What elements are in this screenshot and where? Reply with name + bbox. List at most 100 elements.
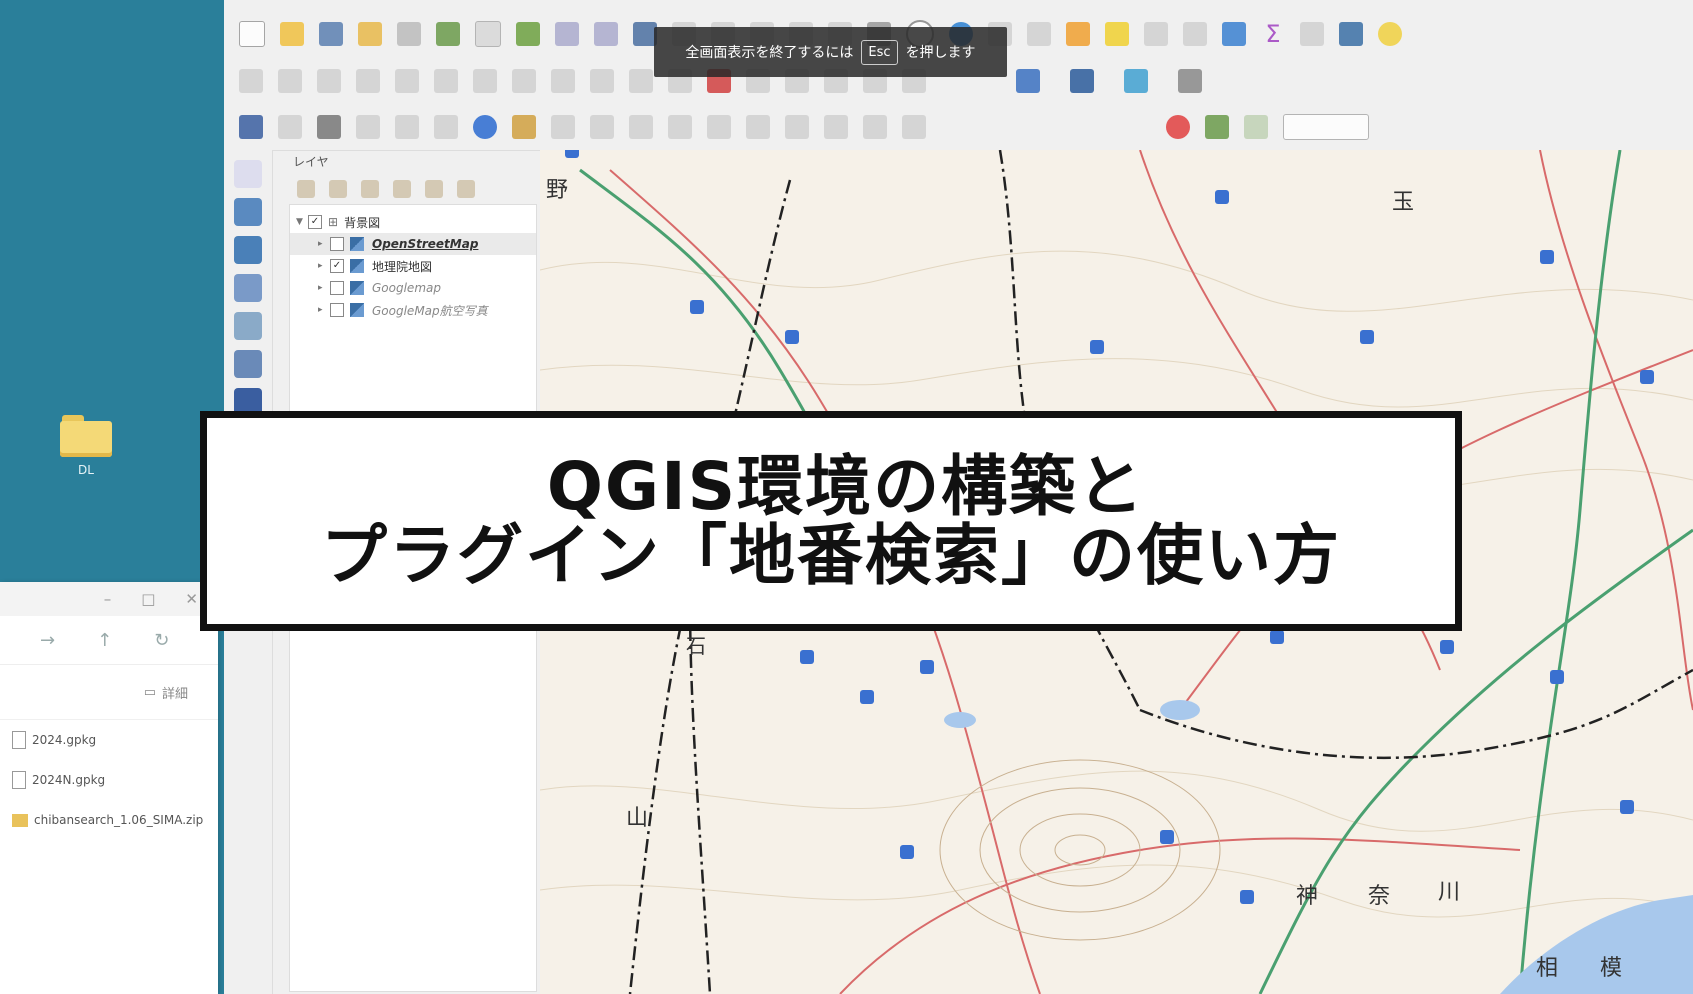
manage-map-themes-icon[interactable] (361, 180, 379, 198)
desktop-folder-dl[interactable]: DL (56, 415, 116, 477)
select-location-icon[interactable] (1105, 22, 1129, 46)
show-layout-icon[interactable] (1339, 22, 1363, 46)
vertex-tool-icon[interactable] (395, 69, 419, 93)
settings-gear-icon[interactable] (1222, 22, 1246, 46)
chiban-search-plugin-icon[interactable] (1178, 69, 1202, 93)
pan-to-selection-icon[interactable] (516, 22, 540, 46)
add-vector-icon[interactable] (234, 160, 262, 188)
up-arrow-icon[interactable]: ↑ (97, 630, 112, 651)
expand-arrow-icon[interactable]: ▸ (318, 239, 330, 249)
toggle-edit-icon[interactable] (278, 69, 302, 93)
filter-icon[interactable] (393, 180, 411, 198)
select-by-expression-icon[interactable] (1066, 22, 1090, 46)
snapping-tolerance-input[interactable] (1283, 114, 1369, 140)
file-name: 2024N.gpkg (32, 773, 106, 787)
reverse-line-icon[interactable] (863, 115, 887, 139)
zoom-in-icon[interactable] (555, 22, 579, 46)
plugin-person-icon[interactable] (1124, 69, 1148, 93)
expand-arrow-icon[interactable]: ▸ (318, 261, 330, 271)
cut-features-icon[interactable] (512, 69, 536, 93)
delete-ring-icon[interactable] (395, 115, 419, 139)
layer-checkbox[interactable] (330, 281, 344, 295)
print-layout-icon[interactable] (397, 22, 421, 46)
rotate-point-icon[interactable] (785, 115, 809, 139)
layer-checkbox[interactable] (330, 303, 344, 317)
save-as-icon[interactable] (358, 22, 382, 46)
add-mesh-icon[interactable] (234, 236, 262, 264)
fill-ring-icon[interactable] (356, 115, 380, 139)
add-spatialite-icon[interactable] (234, 350, 262, 378)
layer-checkbox[interactable] (330, 237, 344, 251)
wand-icon[interactable] (512, 115, 536, 139)
style-manager-icon[interactable] (436, 22, 460, 46)
layer-checkbox[interactable]: ✓ (330, 259, 344, 273)
deselect-icon[interactable] (1027, 22, 1051, 46)
undo-icon[interactable] (629, 69, 653, 93)
tips-icon[interactable] (1378, 22, 1402, 46)
details-button[interactable]: 詳細 (162, 683, 188, 702)
add-delimited-text-icon[interactable] (234, 274, 262, 302)
trim-extend-icon[interactable] (902, 115, 926, 139)
file-icon (12, 731, 26, 749)
info-icon[interactable] (473, 115, 497, 139)
minimize-button[interactable]: – (104, 590, 112, 608)
zoom-out-icon[interactable] (594, 22, 618, 46)
statistics-sigma-icon[interactable]: Σ (1261, 22, 1285, 46)
layer-tool-icon[interactable] (239, 115, 263, 139)
python-console-icon[interactable] (1016, 69, 1040, 93)
add-group-icon[interactable] (329, 180, 347, 198)
add-part-icon[interactable] (317, 115, 341, 139)
group-checkbox[interactable]: ✓ (308, 215, 322, 229)
collapse-icon[interactable] (457, 180, 475, 198)
details-pane-icon[interactable]: ▭ (144, 685, 156, 700)
reshape-icon[interactable] (551, 115, 575, 139)
delete-part-icon[interactable] (434, 115, 458, 139)
maximize-button[interactable]: □ (141, 590, 155, 608)
snapping-type-icon[interactable] (1244, 115, 1268, 139)
save-edits-icon[interactable] (317, 69, 341, 93)
pan-hand-icon[interactable] (475, 21, 501, 47)
plugin-book-icon[interactable] (1070, 69, 1094, 93)
expand-arrow-icon[interactable]: ▸ (318, 283, 330, 293)
refresh-icon[interactable]: ↻ (154, 630, 169, 651)
move-feature-icon[interactable] (434, 69, 458, 93)
open-project-icon[interactable] (280, 22, 304, 46)
delete-selected-icon[interactable] (473, 69, 497, 93)
add-feature-icon[interactable] (356, 69, 380, 93)
simplify-icon[interactable] (824, 115, 848, 139)
snapping-magnet-icon[interactable] (1166, 115, 1190, 139)
layer-row[interactable]: ▸ OpenStreetMap (290, 233, 536, 255)
expand-icon[interactable] (425, 180, 443, 198)
add-ring-icon[interactable] (278, 115, 302, 139)
copy-features-icon[interactable] (551, 69, 575, 93)
merge-features-icon[interactable] (707, 115, 731, 139)
add-raster-icon[interactable] (234, 198, 262, 226)
snapping-options-icon[interactable] (1205, 115, 1229, 139)
map-label: 奈 (1368, 884, 1391, 909)
collapse-arrow-icon[interactable]: ▼ (296, 217, 308, 227)
new-project-icon[interactable] (239, 21, 265, 47)
file-item[interactable]: 2024.gpkg (0, 720, 218, 760)
measure-icon[interactable] (1300, 22, 1324, 46)
style-icon[interactable] (297, 180, 315, 198)
edit-pencil-icon[interactable] (239, 69, 263, 93)
split-features-icon[interactable] (629, 115, 653, 139)
merge-attributes-icon[interactable] (746, 115, 770, 139)
close-button[interactable]: ✕ (185, 590, 198, 608)
split-parts-icon[interactable] (668, 115, 692, 139)
offset-curve-icon[interactable] (590, 115, 614, 139)
attribute-table-icon[interactable] (1183, 22, 1207, 46)
expand-arrow-icon[interactable]: ▸ (318, 305, 330, 315)
file-name: 2024.gpkg (32, 733, 97, 747)
file-item[interactable]: chibansearch_1.06_SIMA.zip (0, 800, 218, 840)
identify-icon[interactable] (1144, 22, 1168, 46)
forward-arrow-icon[interactable]: → (40, 630, 55, 651)
layer-row[interactable]: ▸ Googlemap (290, 277, 536, 299)
save-project-icon[interactable] (319, 22, 343, 46)
layer-row[interactable]: ▸ ✓ 地理院地図 (290, 255, 536, 277)
layer-row[interactable]: ▸ GoogleMap航空写真 (290, 299, 536, 321)
layer-group-row[interactable]: ▼ ✓ ⊞ 背景図 (290, 211, 536, 233)
file-item[interactable]: 2024N.gpkg (0, 760, 218, 800)
add-geopackage-icon[interactable] (234, 312, 262, 340)
paste-features-icon[interactable] (590, 69, 614, 93)
